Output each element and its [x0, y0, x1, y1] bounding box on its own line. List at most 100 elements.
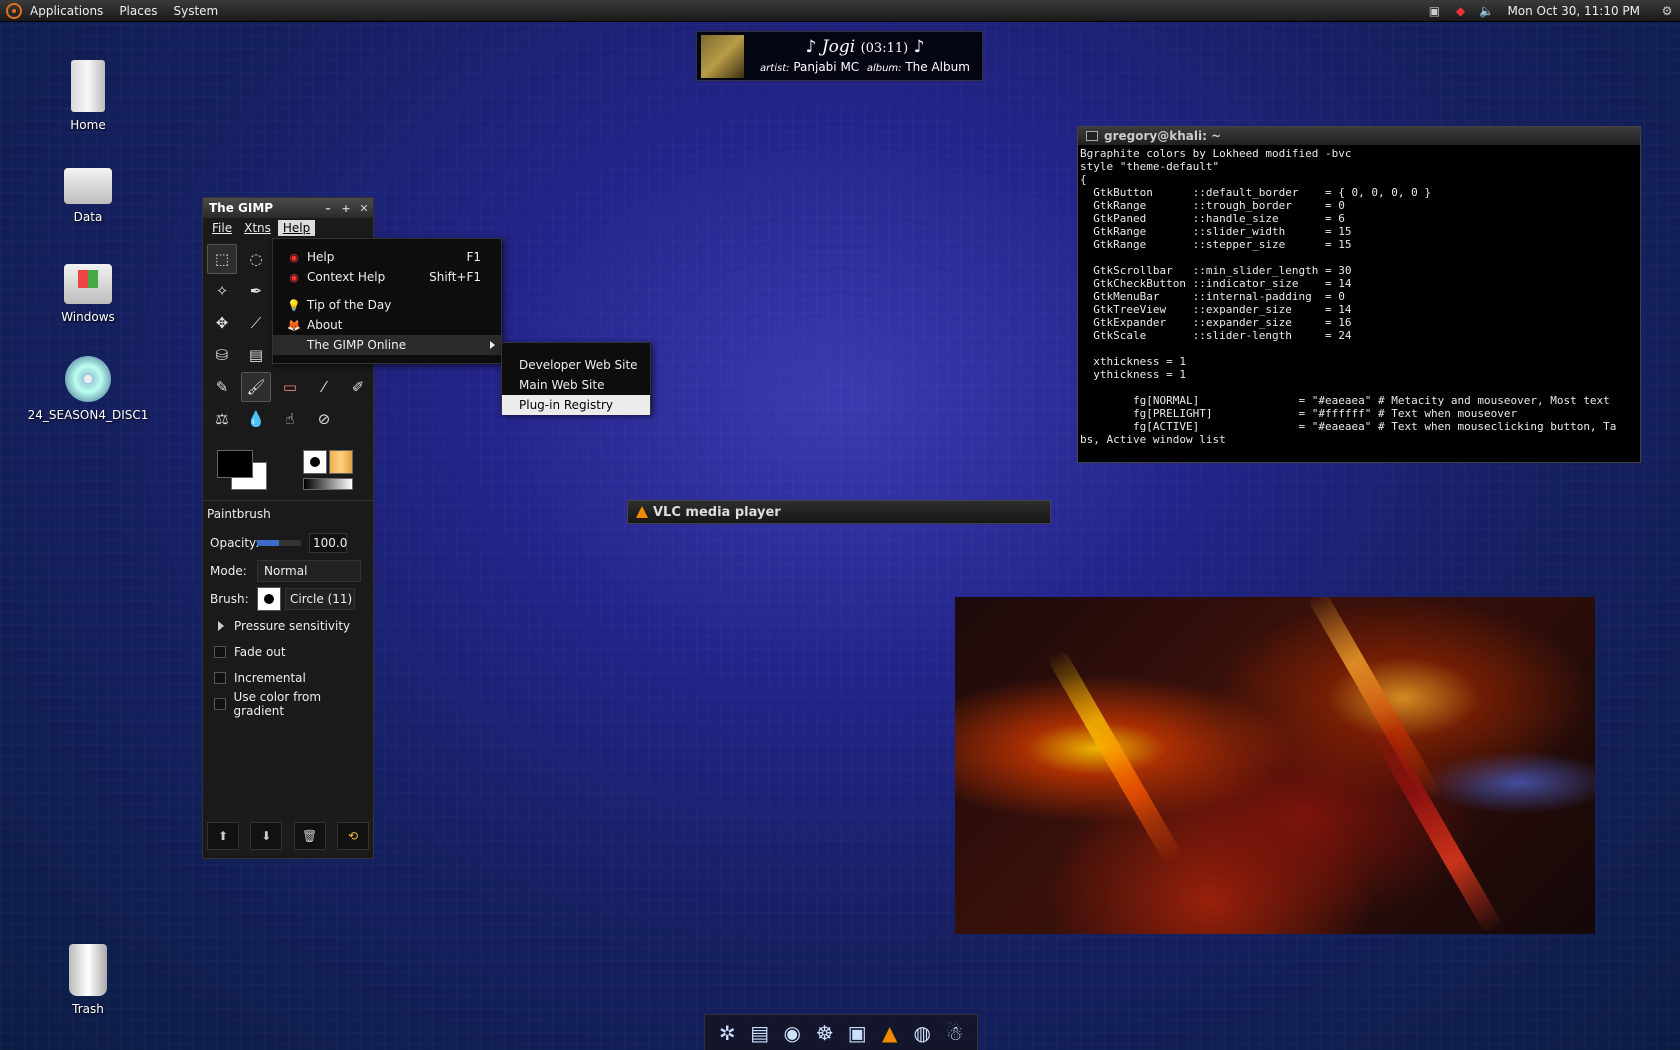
vlc-icon[interactable]: ▲: [875, 1018, 905, 1048]
image-viewer-icon[interactable]: ▣: [842, 1018, 872, 1048]
pencil-tool-icon[interactable]: ✎: [207, 372, 237, 402]
desktop-icon-label: Data: [73, 210, 103, 224]
reset-options-icon[interactable]: ⟲: [336, 822, 369, 850]
rect-select-tool-icon[interactable]: ⬚: [207, 244, 237, 274]
knife-tool-icon[interactable]: ⟋: [241, 308, 271, 338]
fade-out-checkbox[interactable]: Fade out: [207, 639, 369, 665]
brush-name: Circle (11): [285, 588, 355, 610]
network-icon[interactable]: ▣: [1425, 3, 1443, 19]
opacity-slider[interactable]: [257, 540, 301, 546]
album-name: The Album: [905, 60, 970, 74]
minimize-icon[interactable]: –: [319, 202, 337, 215]
terminal-title: gregory@khali: ~: [1104, 129, 1222, 143]
document-icon[interactable]: ▤: [745, 1018, 775, 1048]
now-playing-notification[interactable]: ♪ Jogi (03:11) ♪ artist: Panjabi MC albu…: [696, 31, 983, 81]
mode-select[interactable]: Normal: [257, 560, 361, 582]
menu-item-shortcut: F1: [466, 250, 481, 264]
fuzzy-select-tool-icon[interactable]: ✧: [207, 276, 237, 306]
airbrush-tool-icon[interactable]: ⁄: [309, 372, 339, 402]
menu-item-main-web-site[interactable]: Main Web Site: [502, 375, 650, 395]
panel-menus: Applications Places System: [22, 4, 226, 18]
color-area: [203, 440, 373, 500]
gimp-titlebar[interactable]: The GIMP – + ✕: [203, 198, 373, 218]
incremental-label: Incremental: [234, 671, 306, 685]
save-options-icon[interactable]: ⬆: [207, 822, 239, 850]
help-icon: ◉: [289, 250, 299, 264]
firefox-icon[interactable]: ◉: [777, 1018, 807, 1048]
gradient-preview[interactable]: [303, 478, 353, 490]
desktop-icon-windows[interactable]: Windows: [13, 254, 163, 324]
clone-tool-icon[interactable]: ⚖: [207, 404, 237, 434]
brush-select-button[interactable]: [257, 587, 281, 611]
menu-item-label: Help: [307, 250, 335, 264]
incremental-checkbox[interactable]: Incremental: [207, 665, 369, 691]
gimp-menu-file[interactable]: File: [207, 220, 237, 236]
mode-row: Mode: Normal: [207, 557, 369, 585]
delete-options-icon[interactable]: 🗑: [293, 822, 326, 850]
gnome-foot-icon[interactable]: ☸: [810, 1018, 840, 1048]
context-help-icon: ◉: [289, 270, 299, 284]
blend-tool-icon[interactable]: ▤: [241, 340, 271, 370]
desktop-icon-home[interactable]: Home: [13, 60, 163, 132]
bucket-fill-tool-icon[interactable]: ⛁: [207, 340, 237, 370]
restore-options-icon[interactable]: ⬇: [250, 822, 283, 850]
desktop-icon-label: Home: [70, 118, 106, 132]
pressure-sensitivity-expander[interactable]: Pressure sensitivity: [207, 613, 369, 639]
submenu-arrow-icon: [490, 341, 495, 349]
artist-label: artist:: [760, 63, 790, 74]
desktop-icon-trash[interactable]: Trash: [13, 944, 163, 1016]
close-icon[interactable]: ✕: [355, 202, 373, 215]
pattern-preview[interactable]: [329, 450, 353, 474]
ruby-icon[interactable]: ◆: [1451, 3, 1469, 19]
video-output[interactable]: [955, 597, 1595, 934]
places-menu[interactable]: Places: [111, 4, 165, 18]
video-highlight: [1366, 718, 1504, 934]
paintbrush-tool-icon[interactable]: 🖌: [241, 372, 271, 402]
system-menu[interactable]: System: [165, 4, 226, 18]
menu-item-label: The GIMP Online: [307, 338, 407, 352]
foreground-color-swatch[interactable]: [217, 450, 253, 478]
panel-clock[interactable]: Mon Oct 30, 11:10 PM: [1499, 4, 1654, 18]
pidgin-icon[interactable]: ☃: [940, 1018, 970, 1048]
desktop-icon-data[interactable]: Data: [13, 154, 163, 224]
applications-menu[interactable]: Applications: [22, 4, 111, 18]
menu-item-help[interactable]: ◉ Help F1: [273, 247, 501, 267]
checkbox-box: [214, 698, 226, 710]
network-globe-icon[interactable]: ◍: [907, 1018, 937, 1048]
dvd-icon: [65, 356, 111, 402]
vlc-titlebar[interactable]: VLC media player: [627, 500, 1051, 524]
dodge-burn-tool-icon[interactable]: ⊘: [309, 404, 339, 434]
use-gradient-checkbox[interactable]: Use color from gradient: [207, 690, 369, 718]
video-highlight: [1306, 597, 1444, 806]
menu-item-label: Tip of the Day: [307, 298, 392, 312]
terminal-content[interactable]: Bgraphite colors by Lokheed modified -bv…: [1078, 145, 1640, 457]
terminal-titlebar[interactable]: gregory@khali: ~: [1078, 127, 1640, 145]
move-tool-icon[interactable]: ✥: [207, 308, 237, 338]
path-tool-icon[interactable]: ✒: [241, 276, 271, 306]
expander-arrow-icon: [218, 621, 224, 631]
windows-drive-icon: [64, 264, 112, 304]
brush-preview[interactable]: [303, 450, 327, 474]
menu-item-tip-of-the-day[interactable]: 💡 Tip of the Day: [273, 295, 501, 315]
menu-item-context-help[interactable]: ◉ Context Help Shift+F1: [273, 267, 501, 287]
user-switcher-icon[interactable]: ⚙: [1658, 3, 1676, 19]
opacity-value[interactable]: 100.0: [309, 533, 347, 553]
gimp-menu-xtns[interactable]: Xtns: [239, 220, 276, 236]
smudge-tool-icon[interactable]: ☝: [275, 404, 305, 434]
settings-icon[interactable]: ✲: [712, 1018, 742, 1048]
ink-tool-icon[interactable]: ✐: [343, 372, 373, 402]
maximize-icon[interactable]: +: [337, 202, 355, 215]
opacity-label: Opacity:: [210, 536, 260, 550]
vlc-title: VLC media player: [653, 504, 781, 520]
desktop-icon-dvd[interactable]: 24_SEASON4_DISC1: [13, 356, 163, 422]
ubuntu-logo-icon[interactable]: [6, 2, 22, 19]
ellipse-select-tool-icon[interactable]: ◌: [241, 244, 271, 274]
eraser-tool-icon[interactable]: ▭: [275, 372, 305, 402]
volume-icon[interactable]: 🔈: [1477, 3, 1495, 19]
gimp-menu-help[interactable]: Help: [277, 220, 316, 236]
menu-item-plugin-registry[interactable]: Plug-in Registry: [502, 395, 650, 415]
blur-tool-icon[interactable]: 💧: [241, 404, 271, 434]
menu-item-about[interactable]: 🦊 About: [273, 315, 501, 335]
menu-item-developer-web-site[interactable]: Developer Web Site: [502, 355, 650, 375]
menu-item-gimp-online[interactable]: The GIMP Online: [273, 335, 501, 355]
